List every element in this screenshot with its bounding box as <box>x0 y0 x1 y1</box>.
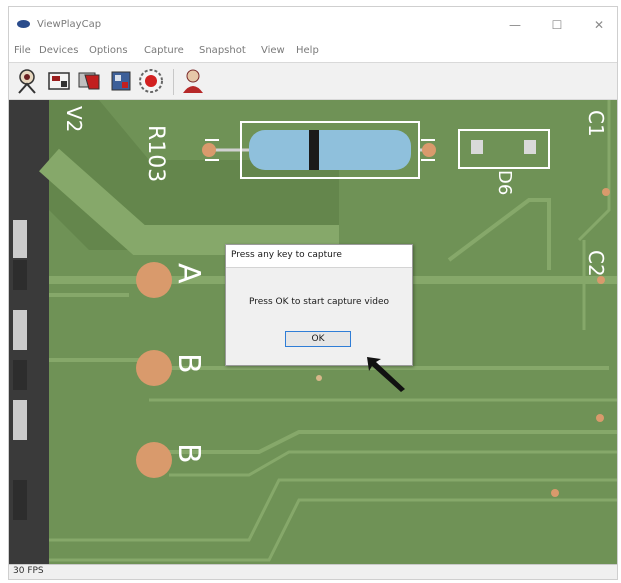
minimize-button[interactable]: — <box>495 13 535 37</box>
menu-capture[interactable]: Capture <box>144 45 184 56</box>
window-title: ViewPlayCap <box>37 19 102 30</box>
menu-devices[interactable]: Devices <box>39 45 78 56</box>
dialog-title-bar: Press any key to capture <box>226 245 412 268</box>
silk-d6: D6 <box>494 170 515 195</box>
card-icon[interactable] <box>107 67 135 95</box>
menu-file[interactable]: File <box>14 45 31 56</box>
toolbar <box>9 62 617 100</box>
menu-snapshot[interactable]: Snapshot <box>199 45 246 56</box>
silk-c1: C1 <box>584 110 608 137</box>
flip-icon[interactable] <box>75 67 103 95</box>
toolbar-separator <box>173 69 174 95</box>
menu-options[interactable]: Options <box>89 45 128 56</box>
silk-pad-b: B <box>171 353 206 374</box>
capture-dialog: Press any key to capture Press OK to sta… <box>225 244 413 366</box>
app-window: ViewPlayCap — ☐ ✕ File Devices Options C… <box>8 6 618 580</box>
ok-button[interactable]: OK <box>285 331 351 347</box>
silk-r103: R103 <box>143 125 168 182</box>
dialog-message: Press OK to start capture video <box>248 297 389 307</box>
title-bar: ViewPlayCap — ☐ ✕ <box>9 7 617 43</box>
user-icon[interactable] <box>179 67 207 95</box>
menu-view[interactable]: View <box>261 45 285 56</box>
silk-c2: C2 <box>584 250 608 277</box>
silk-pad-a: A <box>171 263 206 284</box>
status-bar: 30 FPS <box>9 564 617 579</box>
arrow-pointer-icon <box>367 357 405 392</box>
close-button[interactable]: ✕ <box>579 13 617 37</box>
dialog-title: Press any key to capture <box>231 250 342 260</box>
silk-pad-b2: B <box>171 443 206 464</box>
silk-v2: V2 <box>62 106 86 132</box>
record-icon[interactable] <box>137 67 165 95</box>
fps-readout: 30 FPS <box>13 566 44 576</box>
eye-icon <box>17 20 30 28</box>
menu-help[interactable]: Help <box>296 45 319 56</box>
maximize-button[interactable]: ☐ <box>537 13 577 37</box>
camera-icon[interactable] <box>13 67 41 95</box>
display-icon[interactable] <box>45 67 73 95</box>
menu-bar: File Devices Options Capture Snapshot Vi… <box>9 43 617 61</box>
